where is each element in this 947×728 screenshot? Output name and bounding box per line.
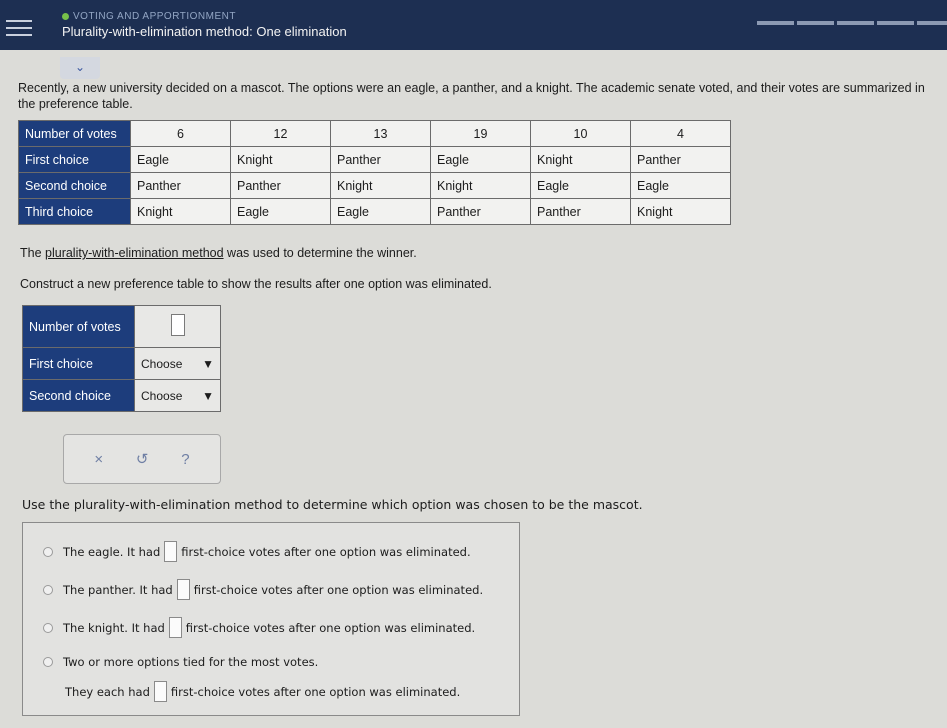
method-prefix: The xyxy=(20,246,46,260)
select-value: Choose xyxy=(141,356,183,371)
progress-segment xyxy=(877,21,914,25)
preference-table: Number of votes 6 12 13 19 10 4 First ch… xyxy=(18,120,731,225)
construct-instruction: Construct a new preference table to show… xyxy=(20,277,492,291)
dropdown-arrow-icon: ▼ xyxy=(202,388,214,403)
answer-options: The eagle. It had first-choice votes aft… xyxy=(22,522,520,716)
option-text: first-choice votes after one option was … xyxy=(170,684,461,699)
menu-icon[interactable] xyxy=(6,20,32,40)
progress-segment xyxy=(797,21,834,25)
radio-button[interactable] xyxy=(43,546,53,557)
table-cell: Knight xyxy=(230,146,331,173)
method-suffix: was used to determine the winner. xyxy=(223,246,417,260)
answer-toolbar: × ↺ ? xyxy=(63,434,221,484)
votes-cell xyxy=(134,305,221,348)
table-cell: Knight xyxy=(630,198,731,225)
votes-input[interactable] xyxy=(171,314,185,336)
option-panther[interactable]: The panther. It had first-choice votes a… xyxy=(43,579,483,600)
new-preference-table: Number of votes First choice Choose ▼ Se… xyxy=(22,305,221,412)
clear-icon[interactable]: × xyxy=(94,451,103,468)
topic-label: VOTING AND APPORTIONMENT xyxy=(62,11,236,22)
top-header: VOTING AND APPORTIONMENT Plurality-with-… xyxy=(0,0,947,50)
vote-count: 6 xyxy=(130,120,231,147)
row-label: Second choice xyxy=(22,379,135,412)
table-cell: Knight xyxy=(130,198,231,225)
table-cell: Panther xyxy=(430,198,531,225)
radio-button[interactable] xyxy=(43,657,53,667)
topic-text: VOTING AND APPORTIONMENT xyxy=(73,11,236,22)
vote-count: 4 xyxy=(630,120,731,147)
table-cell: Eagle xyxy=(530,172,631,199)
status-dot-icon xyxy=(62,13,69,20)
row-label: Number of votes xyxy=(18,120,131,147)
option-text: first-choice votes after one option was … xyxy=(185,620,476,635)
row-label: Second choice xyxy=(18,172,131,199)
radio-button[interactable] xyxy=(43,622,53,633)
table-row: Number of votes xyxy=(22,305,221,348)
second-choice-cell: Choose ▼ xyxy=(134,379,221,412)
second-choice-select[interactable]: Choose ▼ xyxy=(141,389,214,403)
option-text: first-choice votes after one option was … xyxy=(193,582,484,597)
table-cell: Eagle xyxy=(430,146,531,173)
table-cell: Eagle xyxy=(130,146,231,173)
option-knight[interactable]: The knight. It had first-choice votes af… xyxy=(43,617,475,638)
table-row: Second choice Panther Panther Knight Kni… xyxy=(18,172,731,199)
problem-intro: Recently, a new university decided on a … xyxy=(18,81,925,111)
tie-detail: They each had first-choice votes after o… xyxy=(65,681,460,702)
first-choice-cell: Choose ▼ xyxy=(134,347,221,380)
progress-segment xyxy=(757,21,794,25)
option-text: The knight. It had xyxy=(63,620,165,635)
select-value: Choose xyxy=(141,388,183,403)
row-label: Third choice xyxy=(18,198,131,225)
option-text: first-choice votes after one option was … xyxy=(181,544,471,559)
progress-segment xyxy=(917,21,947,25)
method-statement: The plurality-with-elimination method wa… xyxy=(20,246,417,260)
vote-count: 10 xyxy=(530,120,631,147)
table-cell: Eagle xyxy=(230,198,331,225)
page-title: Plurality-with-elimination method: One e… xyxy=(62,24,347,39)
radio-button[interactable] xyxy=(43,584,53,595)
knight-votes-input[interactable] xyxy=(168,617,182,638)
table-cell: Panther xyxy=(330,146,431,173)
mascot-question: Use the plurality-with-elimination metho… xyxy=(22,497,643,512)
row-label: First choice xyxy=(22,347,135,380)
table-cell: Panther xyxy=(230,172,331,199)
help-icon[interactable]: ? xyxy=(181,451,189,468)
progress-segment xyxy=(837,21,874,25)
option-text: They each had xyxy=(65,684,150,699)
table-row: First choice Choose ▼ xyxy=(22,347,221,380)
table-cell: Eagle xyxy=(330,198,431,225)
table-cell: Knight xyxy=(430,172,531,199)
table-cell: Panther xyxy=(130,172,231,199)
panther-votes-input[interactable] xyxy=(176,579,190,600)
progress-bar xyxy=(757,21,947,25)
option-eagle[interactable]: The eagle. It had first-choice votes aft… xyxy=(43,541,471,562)
first-choice-select[interactable]: Choose ▼ xyxy=(141,357,214,371)
vote-count: 13 xyxy=(330,120,431,147)
dropdown-arrow-icon: ▼ xyxy=(202,356,214,371)
table-cell: Knight xyxy=(330,172,431,199)
option-text: Two or more options tied for the most vo… xyxy=(63,655,319,669)
table-cell: Knight xyxy=(530,146,631,173)
row-label: Number of votes xyxy=(22,305,135,348)
table-row: First choice Eagle Knight Panther Eagle … xyxy=(18,146,731,173)
table-row: Number of votes 6 12 13 19 10 4 xyxy=(18,120,731,147)
tie-votes-input[interactable] xyxy=(153,681,167,702)
option-text: The panther. It had xyxy=(63,582,173,597)
row-label: First choice xyxy=(18,146,131,173)
undo-icon[interactable]: ↺ xyxy=(136,450,149,468)
option-tie[interactable]: Two or more options tied for the most vo… xyxy=(43,655,318,669)
table-row: Second choice Choose ▼ xyxy=(22,379,221,412)
table-cell: Panther xyxy=(630,146,731,173)
vote-count: 19 xyxy=(430,120,531,147)
table-row: Third choice Knight Eagle Eagle Panther … xyxy=(18,198,731,225)
table-cell: Panther xyxy=(530,198,631,225)
option-text: The eagle. It had xyxy=(63,544,161,559)
method-link[interactable]: plurality-with-elimination method xyxy=(45,246,224,260)
table-cell: Eagle xyxy=(630,172,731,199)
vote-count: 12 xyxy=(230,120,331,147)
collapse-chevron-icon[interactable]: ⌄ xyxy=(60,57,100,79)
eagle-votes-input[interactable] xyxy=(164,541,178,562)
